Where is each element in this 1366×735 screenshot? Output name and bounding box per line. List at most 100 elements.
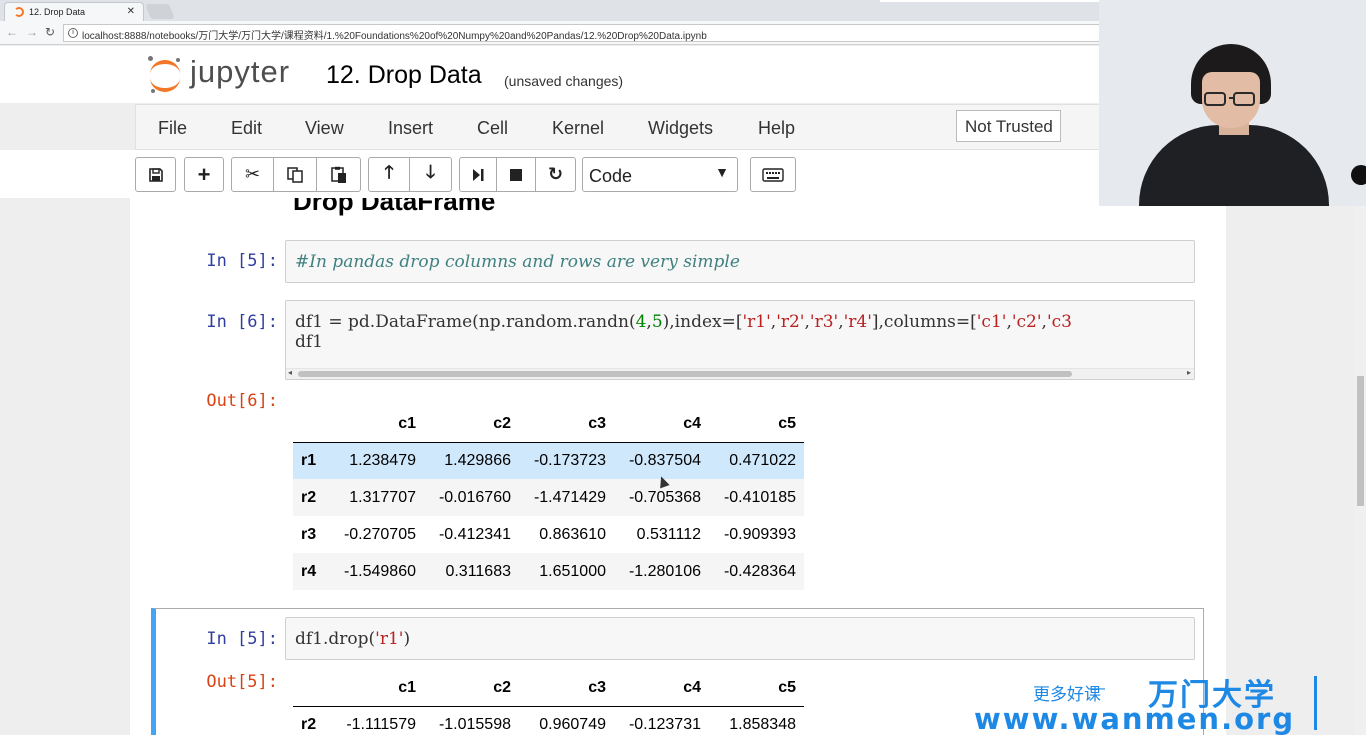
output-prompt: Out[5]: [206, 672, 278, 692]
cell-type-select[interactable]: Code ▼ [582, 157, 738, 192]
row-index: r3 [301, 525, 317, 543]
webcam-overlay [1099, 0, 1366, 206]
table-cell: -0.016760 [438, 488, 511, 506]
insert-cell-button[interactable]: + [184, 157, 224, 192]
table-cell: 0.863610 [539, 525, 606, 543]
table-cell: -0.123731 [628, 715, 701, 733]
keyboard-icon [762, 167, 784, 182]
table-row: r4 -1.549860 0.311683 1.651000 -1.280106… [293, 553, 804, 590]
cell-type-value: Code [589, 166, 633, 186]
close-tab-icon[interactable]: ✕ [127, 6, 135, 17]
table-cell: 1.317707 [349, 488, 416, 506]
row-index: r2 [301, 715, 317, 733]
column-header: c1 [329, 406, 424, 443]
menu-edit[interactable]: Edit [231, 118, 262, 139]
trusted-indicator[interactable]: Not Trusted [956, 110, 1061, 142]
info-icon[interactable]: i [68, 28, 78, 38]
watermark: 更多好课 — 万门大学 www.wanmen.org [970, 670, 1330, 735]
save-button[interactable] [135, 157, 176, 192]
column-header: c5 [709, 670, 804, 707]
table-cell: 1.651000 [539, 562, 606, 580]
column-header: c3 [519, 406, 614, 443]
column-header: c5 [709, 406, 804, 443]
restart-button[interactable]: ↻ [535, 157, 576, 192]
copy-button[interactable] [273, 157, 317, 192]
watermark-bar [1314, 676, 1317, 730]
table-cell: 0.531112 [636, 525, 701, 543]
watermark-dash: — [1088, 678, 1105, 697]
row-index: r4 [301, 562, 317, 580]
scrollbar-thumb[interactable] [1357, 376, 1364, 506]
move-down-button[interactable]: 🡓 [409, 157, 452, 192]
jupyter-favicon-icon [14, 7, 24, 17]
code-cell-input[interactable]: df1.drop('r1') [285, 617, 1195, 660]
table-cell: 1.238479 [349, 451, 416, 469]
browser-tab[interactable]: 12. Drop Data ✕ [4, 2, 144, 21]
command-palette-button[interactable] [750, 157, 796, 192]
menu-insert[interactable]: Insert [388, 118, 433, 139]
copy-icon [287, 166, 303, 183]
code-cell-input[interactable]: df1 = pd.DataFrame(np.random.randn(4,5),… [285, 300, 1195, 380]
webcam-object [1351, 165, 1366, 185]
menu-file[interactable]: File [158, 118, 187, 139]
output-prompt: Out[6]: [206, 391, 278, 411]
menu-widgets[interactable]: Widgets [648, 118, 713, 139]
input-prompt: In [5]: [206, 629, 278, 649]
table-cell: -0.410185 [723, 488, 796, 506]
table-cell: 1.429866 [444, 451, 511, 469]
forward-icon[interactable]: → [26, 25, 38, 39]
table-cell: -0.270705 [343, 525, 416, 543]
menu-cell[interactable]: Cell [477, 118, 508, 139]
table-cell: 1.858348 [729, 715, 796, 733]
paste-button[interactable] [316, 157, 361, 192]
table-header-row: c1 c2 c3 c4 c5 [293, 670, 804, 707]
glasses-bridge [1229, 97, 1235, 99]
code-hscrollbar[interactable]: ◂ ▸ [286, 368, 1194, 379]
restart-icon: ↻ [547, 164, 564, 184]
column-header: c1 [329, 670, 424, 707]
table-cell: -0.837504 [628, 451, 701, 469]
table-cell: -1.015598 [438, 715, 511, 733]
menu-kernel[interactable]: Kernel [552, 118, 604, 139]
notebook-container[interactable]: Drop DataFrame In [5]: #In pandas drop c… [130, 198, 1226, 735]
column-header: c2 [424, 406, 519, 443]
table-row: r2 1.317707 -0.016760 -1.471429 -0.70536… [293, 479, 804, 516]
jupyter-logo-icon[interactable] [148, 56, 182, 94]
input-prompt: In [5]: [206, 251, 278, 271]
column-header: c2 [424, 670, 519, 707]
jupyter-brand[interactable]: jupyter [190, 54, 290, 90]
paste-icon [330, 166, 346, 183]
presenter-body [1139, 125, 1329, 206]
url-field[interactable]: i localhost:8888/notebooks/万门大学/万门大学/课程资… [63, 24, 1103, 42]
back-icon[interactable]: ← [6, 25, 18, 39]
new-tab-button[interactable] [145, 4, 175, 19]
move-up-button[interactable]: 🡑 [368, 157, 410, 192]
caret-down-icon: ▼ [715, 164, 729, 180]
url-text: localhost:8888/notebooks/万门大学/万门大学/课程资料/… [82, 31, 707, 42]
page-scrollbar[interactable] [1355, 198, 1366, 735]
run-icon [473, 168, 484, 181]
table-header-row: c1 c2 c3 c4 c5 [293, 406, 804, 443]
plus-icon: + [197, 161, 211, 187]
table-cell: -1.471429 [533, 488, 606, 506]
notebook-title[interactable]: 12. Drop Data [326, 61, 482, 90]
column-header: c4 [614, 670, 709, 707]
arrow-up-icon: 🡑 [384, 161, 394, 182]
interrupt-button[interactable] [496, 157, 536, 192]
table-cell: 0.960749 [539, 715, 606, 733]
column-header: c4 [614, 406, 709, 443]
menu-help[interactable]: Help [758, 118, 795, 139]
input-prompt: In [6]: [206, 312, 278, 332]
reload-icon[interactable]: ↻ [45, 25, 55, 39]
cut-button[interactable]: ✂ [231, 157, 274, 192]
table-row: r2 -1.111579 -1.015598 0.960749 -0.12373… [293, 706, 804, 735]
menu-view[interactable]: View [305, 118, 344, 139]
browser-tab-title: 12. Drop Data [29, 7, 86, 17]
table-cell: -0.428364 [723, 562, 796, 580]
save-icon [148, 167, 163, 182]
table-cell: -0.909393 [723, 525, 796, 543]
scrollbar-thumb[interactable] [298, 371, 1072, 377]
dataframe-table: c1 c2 c3 c4 c5 r2 -1.111579 -1.015598 0.… [293, 670, 804, 735]
run-button[interactable] [459, 157, 497, 192]
code-cell-input[interactable]: #In pandas drop columns and rows are ver… [285, 240, 1195, 283]
